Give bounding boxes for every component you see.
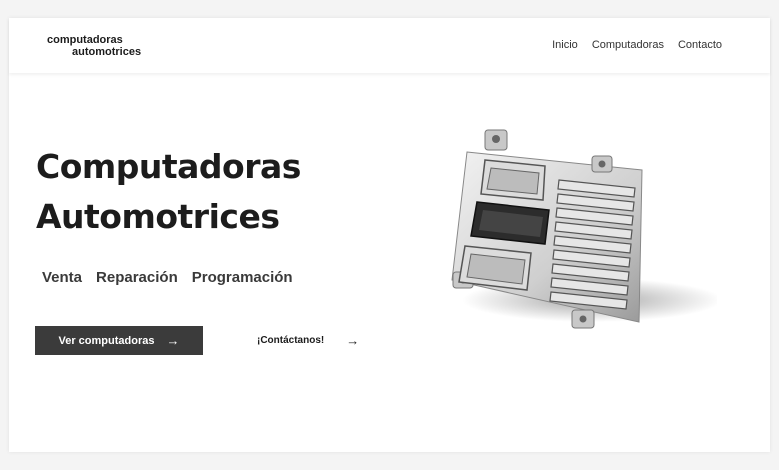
contactanos-label: ¡Contáctanos! [257, 335, 325, 346]
site-logo[interactable]: computadoras automotrices [47, 34, 141, 58]
site-header: computadoras automotrices Inicio Computa… [9, 18, 770, 73]
hero-title: Computadoras Automotrices [36, 142, 301, 242]
hero-title-line-2: Automotrices [36, 197, 280, 236]
main-nav: Inicio Computadoras Contacto [552, 39, 722, 51]
logo-line-1: computadoras [47, 34, 123, 46]
ecu-image [451, 129, 717, 329]
nav-item-computadoras[interactable]: Computadoras [592, 39, 664, 51]
logo-line-2: automotrices [72, 46, 142, 58]
contactanos-button[interactable]: ¡Contáctanos! → [257, 326, 359, 355]
arrow-right-icon: → [346, 333, 360, 348]
hero-title-line-1: Computadoras [36, 147, 301, 186]
service-programacion: Programación [191, 269, 293, 286]
nav-item-contacto[interactable]: Contacto [678, 39, 722, 51]
arrow-right-icon: → [166, 333, 180, 348]
page: computadoras automotrices Inicio Computa… [9, 18, 770, 452]
nav-item-inicio[interactable]: Inicio [552, 39, 578, 51]
ver-computadoras-button[interactable]: Ver computadoras → [35, 326, 203, 355]
services-list: Venta Reparación Programación [42, 269, 293, 286]
ver-computadoras-label: Ver computadoras [58, 334, 155, 347]
service-reparacion: Reparación [96, 269, 178, 286]
service-venta: Venta [42, 269, 83, 286]
